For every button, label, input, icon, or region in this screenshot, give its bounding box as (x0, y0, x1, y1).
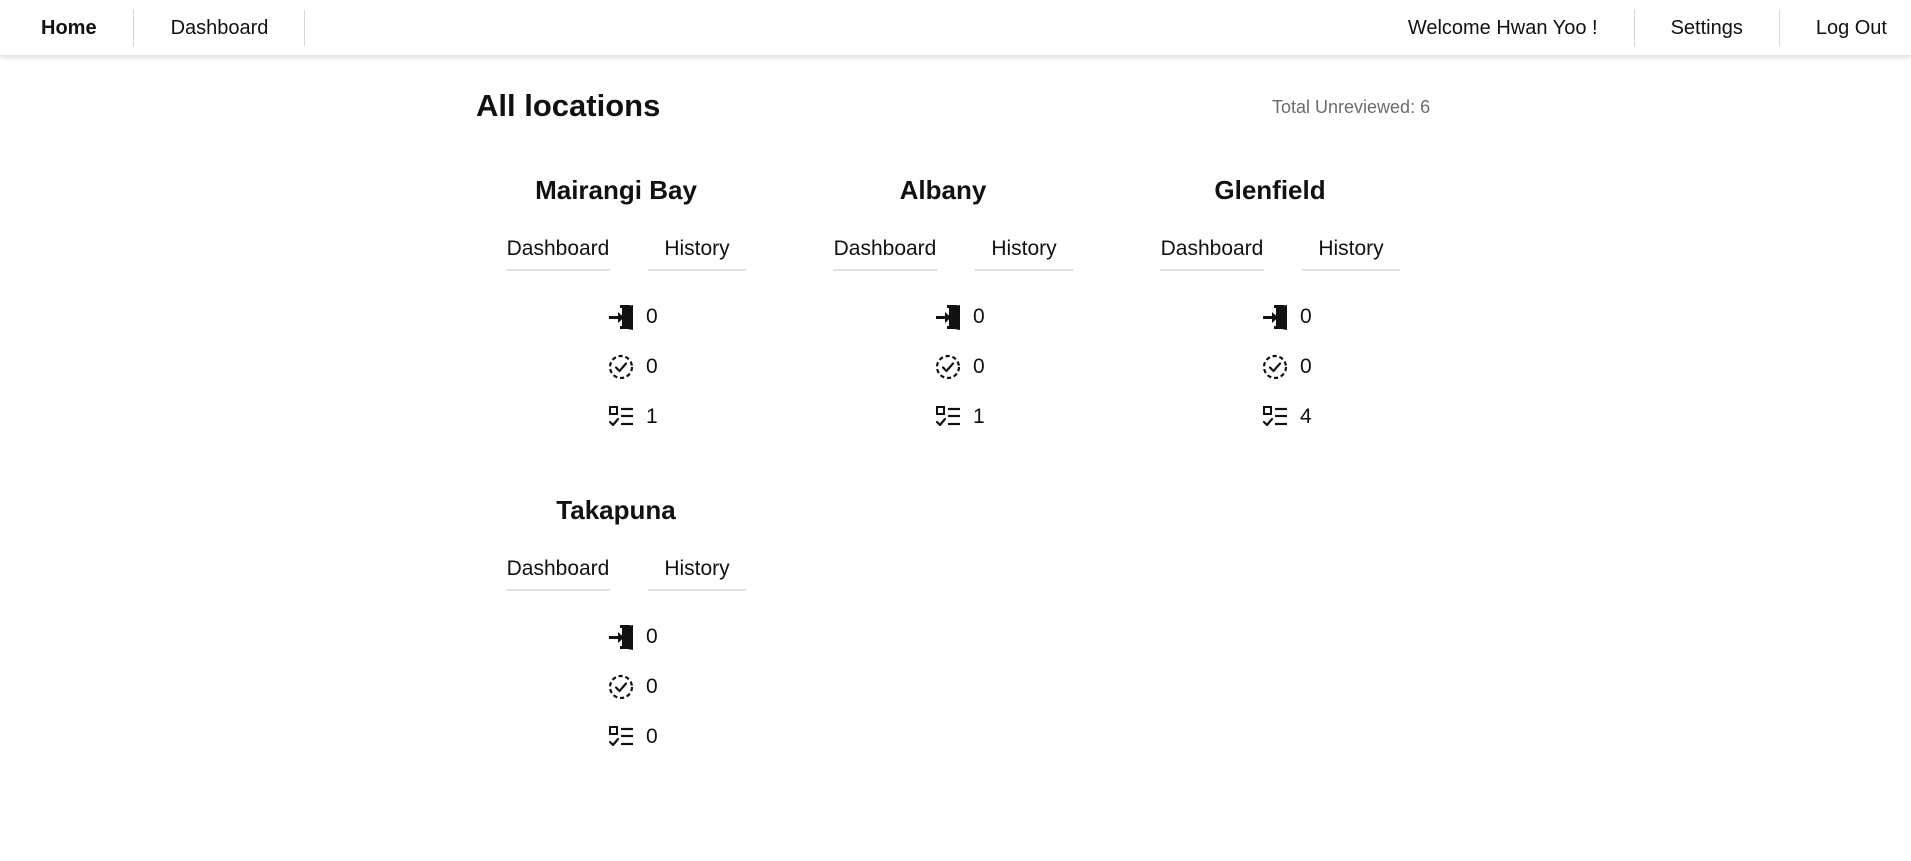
nav-logout-link[interactable]: Log Out (1780, 0, 1911, 56)
total-unreviewed-count: Total Unreviewed: 6 (1272, 97, 1431, 117)
location-dashboard-link[interactable]: Dashboard (506, 557, 610, 591)
dashed-check-circle-icon (606, 352, 636, 382)
tasks-count: 1 (973, 405, 985, 428)
location-stat-row: 0 (1260, 350, 1312, 384)
door-enter-icon (933, 302, 963, 332)
location-name: Takapuna (556, 495, 676, 525)
dashed-check-circle-icon (606, 672, 636, 702)
location-name: Albany (899, 175, 987, 205)
reviewed-count: 0 (646, 675, 658, 698)
nav-left-group: Home Dashboard (0, 0, 306, 56)
welcome-message: Welcome Hwan Yoo ! (1407, 16, 1598, 39)
location-dashboard-link[interactable]: Dashboard (1160, 237, 1264, 271)
location-stat-row: 1 (606, 400, 658, 434)
nav-settings-link[interactable]: Settings (1635, 0, 1779, 56)
location-card: Mairangi Bay Dashboard History 0 0 1 (486, 175, 786, 475)
door-enter-icon (606, 622, 636, 652)
tasks-count: 1 (646, 405, 658, 428)
top-navbar: Home Dashboard Welcome Hwan Yoo ! Settin… (0, 0, 1911, 56)
nav-divider (304, 10, 306, 46)
location-history-link[interactable]: History (648, 557, 746, 591)
location-card: Albany Dashboard History 0 0 1 (813, 175, 1113, 475)
entries-count: 0 (973, 305, 985, 328)
nav-right-group: Welcome Hwan Yoo ! Settings Log Out (1408, 0, 1911, 56)
location-stat-row: 0 (1260, 300, 1312, 334)
nav-home-link[interactable]: Home (0, 0, 133, 56)
tasks-count: 4 (1300, 405, 1312, 428)
location-stat-row: 0 (606, 620, 658, 654)
location-stat-row: 0 (606, 670, 658, 704)
entries-count: 0 (1300, 305, 1312, 328)
tasks-count: 0 (646, 725, 658, 748)
reviewed-count: 0 (973, 355, 985, 378)
location-stat-row: 0 (606, 300, 658, 334)
location-stat-row: 0 (933, 300, 985, 334)
location-history-link[interactable]: History (1302, 237, 1400, 271)
dashed-check-circle-icon (933, 352, 963, 382)
reviewed-count: 0 (646, 355, 658, 378)
location-history-link[interactable]: History (975, 237, 1073, 271)
checklist-icon (606, 402, 636, 432)
location-history-link[interactable]: History (648, 237, 746, 271)
checklist-icon (1260, 402, 1290, 432)
location-stat-row: 0 (606, 720, 658, 754)
nav-dashboard-link[interactable]: Dashboard (134, 0, 305, 56)
entries-count: 0 (646, 625, 658, 648)
location-dashboard-link[interactable]: Dashboard (833, 237, 937, 271)
location-stat-row: 1 (933, 400, 985, 434)
location-dashboard-link[interactable]: Dashboard (506, 237, 610, 271)
door-enter-icon (1260, 302, 1290, 332)
location-name: Glenfield (1214, 175, 1326, 205)
location-stat-row: 0 (933, 350, 985, 384)
location-stat-row: 0 (606, 350, 658, 384)
location-card: Takapuna Dashboard History 0 0 0 (486, 495, 786, 795)
location-card: Glenfield Dashboard History 0 0 4 (1140, 175, 1440, 475)
dashed-check-circle-icon (1260, 352, 1290, 382)
reviewed-count: 0 (1300, 355, 1312, 378)
checklist-icon (606, 722, 636, 752)
location-stat-row: 4 (1260, 400, 1312, 434)
page-title: All locations (476, 88, 661, 123)
door-enter-icon (606, 302, 636, 332)
checklist-icon (933, 402, 963, 432)
location-name: Mairangi Bay (535, 175, 697, 205)
entries-count: 0 (646, 305, 658, 328)
